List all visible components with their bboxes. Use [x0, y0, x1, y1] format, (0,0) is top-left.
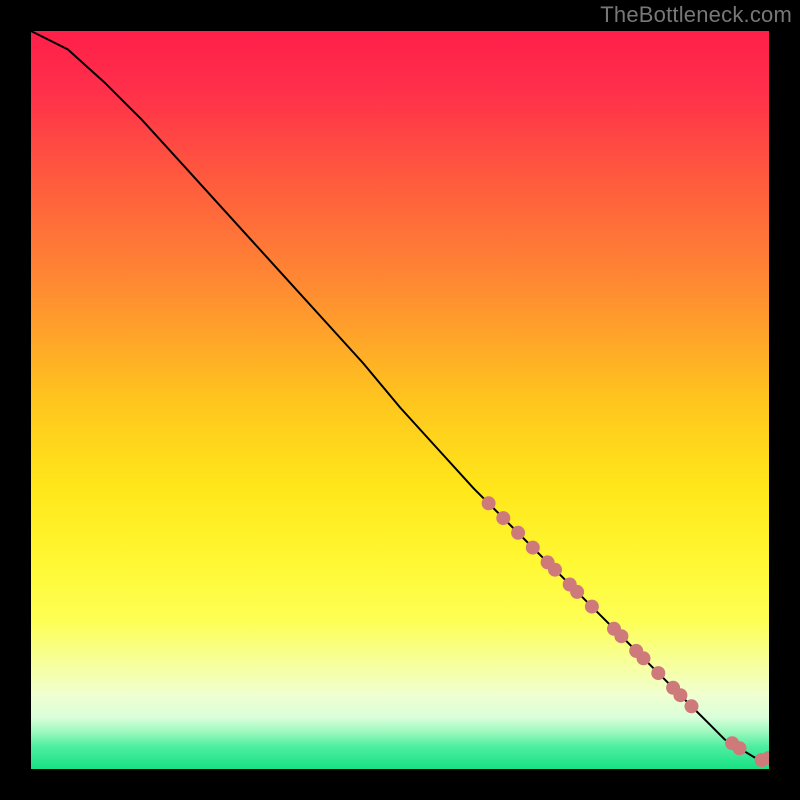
data-marker — [482, 496, 496, 510]
data-marker — [614, 629, 628, 643]
data-marker — [526, 541, 540, 555]
plot-svg — [31, 31, 769, 769]
attribution-label: TheBottleneck.com — [600, 2, 792, 28]
data-marker — [511, 526, 525, 540]
data-marker — [496, 511, 510, 525]
data-marker — [685, 699, 699, 713]
data-marker — [548, 563, 562, 577]
data-marker — [651, 666, 665, 680]
data-marker — [733, 741, 747, 755]
data-marker — [673, 688, 687, 702]
data-marker — [585, 600, 599, 614]
plot-area — [31, 31, 769, 769]
gradient-background — [31, 31, 769, 769]
chart-frame: TheBottleneck.com — [0, 0, 800, 800]
data-marker — [637, 651, 651, 665]
data-marker — [570, 585, 584, 599]
